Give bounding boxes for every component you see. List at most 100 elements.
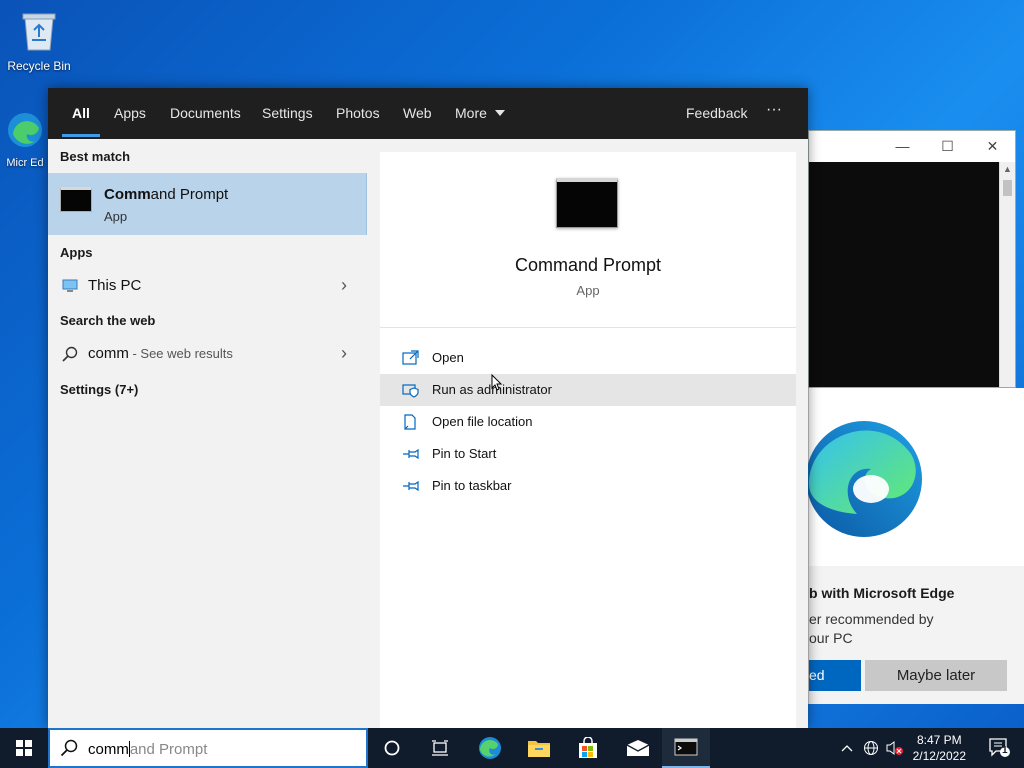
result-detail-pane: Command Prompt App Open Run as administr…	[380, 152, 796, 728]
pin-icon	[403, 480, 419, 492]
command-prompt-large-icon	[556, 178, 618, 228]
taskbar-edge-button[interactable]	[466, 728, 514, 768]
chevron-right-icon[interactable]: ›	[341, 343, 347, 364]
pin-to-start-label: Pin to Start	[432, 446, 497, 461]
cmd-scrollbar[interactable]: ▲	[999, 162, 1015, 387]
volume-muted-icon	[886, 741, 903, 755]
cmd-window[interactable]: — ☐ ✕ ▲	[808, 130, 1016, 388]
open-file-location-label: Open file location	[432, 414, 533, 429]
windows-logo-icon	[16, 740, 32, 756]
scroll-up-icon[interactable]: ▲	[1000, 164, 1015, 174]
close-icon[interactable]: ✕	[970, 138, 1015, 155]
search-suggestion-text: and Prompt	[129, 741, 208, 758]
computer-icon	[62, 279, 78, 292]
search-typed-text: comm	[88, 741, 129, 758]
recycle-bin-label: Recycle Bin	[7, 59, 71, 73]
start-button[interactable]	[0, 728, 48, 768]
clock-time: 8:47 PM	[916, 733, 962, 747]
cortana-icon	[384, 740, 400, 756]
start-search-panel: All Apps Documents Settings Photos Web M…	[48, 88, 808, 728]
search-icon	[60, 739, 78, 757]
open-file-location-action[interactable]: Open file location	[380, 406, 796, 438]
list-item-this-pc[interactable]: This PC ›	[48, 269, 367, 303]
search-input[interactable]: command Prompt	[88, 741, 207, 758]
cmd-console[interactable]	[809, 162, 999, 387]
shield-icon	[402, 384, 419, 398]
cmd-titlebar[interactable]: — ☐ ✕	[809, 131, 1015, 161]
best-match-result[interactable]: Command Prompt App	[48, 173, 367, 235]
edge-icon	[8, 113, 42, 147]
web-query-text: comm	[88, 345, 129, 362]
search-filter-tabs: All Apps Documents Settings Photos Web M…	[48, 88, 808, 139]
tab-settings[interactable]: Settings	[262, 105, 313, 121]
task-view-button[interactable]	[416, 728, 464, 768]
tab-all[interactable]: All	[72, 105, 90, 121]
settings-heading[interactable]: Settings (7+)	[60, 382, 138, 397]
clock[interactable]: 8:47 PM 2/12/2022	[913, 732, 966, 764]
edge-desktop-shortcut[interactable]: Micr Ed	[2, 110, 48, 169]
taskbar-command-prompt-button[interactable]	[662, 728, 710, 768]
chevron-right-icon[interactable]: ›	[341, 275, 347, 296]
divider	[380, 327, 796, 328]
cortana-button[interactable]	[368, 728, 416, 768]
chevron-down-icon	[494, 110, 505, 116]
minimize-icon[interactable]: —	[880, 138, 925, 154]
edge-shortcut-label: Micr Ed	[6, 157, 44, 169]
best-match-title-match: Comm	[104, 186, 151, 203]
open-action[interactable]: Open	[380, 342, 796, 374]
web-search-result[interactable]: comm - See web results ›	[48, 337, 367, 371]
clock-date: 2/12/2022	[912, 749, 966, 763]
tab-more-label: More	[455, 105, 487, 121]
pin-to-start-action[interactable]: Pin to Start	[380, 438, 796, 470]
best-match-subtitle: App	[104, 209, 128, 224]
globe-icon	[864, 741, 878, 755]
notification-count: 1	[1002, 745, 1008, 756]
recycle-bin-icon	[22, 13, 56, 51]
edge-promo-title: b with Microsoft Edge	[809, 585, 955, 601]
taskbar: command Prompt 8:47 PM 2/12/2022 1	[0, 728, 1024, 768]
best-match-title: Command Prompt	[104, 186, 228, 203]
task-view-icon	[432, 740, 448, 756]
store-icon	[579, 737, 597, 758]
edge-logo-icon	[806, 421, 922, 537]
scroll-thumb[interactable]	[1003, 180, 1012, 196]
edge-promo-popup: b with Microsoft Edge er recommended by …	[806, 388, 1024, 704]
pin-to-taskbar-label: Pin to taskbar	[432, 478, 512, 493]
run-as-administrator-action[interactable]: Run as administrator	[380, 374, 796, 406]
pin-icon	[403, 448, 419, 460]
pin-to-taskbar-action[interactable]: Pin to taskbar	[380, 470, 796, 502]
edge-get-started-button[interactable]: ed	[809, 660, 861, 691]
maximize-icon[interactable]: ☐	[925, 138, 970, 155]
network-button[interactable]	[860, 728, 882, 768]
taskbar-store-button[interactable]	[564, 728, 612, 768]
taskbar-search-box[interactable]: command Prompt	[48, 728, 368, 768]
mouse-cursor-icon	[491, 374, 503, 391]
taskbar-mail-button[interactable]	[614, 728, 662, 768]
show-hidden-icons-button[interactable]	[836, 728, 858, 768]
notification-center-button[interactable]: 1	[988, 737, 1010, 760]
tab-more[interactable]: More	[455, 105, 505, 121]
feedback-link[interactable]: Feedback	[686, 105, 747, 121]
best-match-title-rest: and Prompt	[150, 186, 229, 203]
open-icon	[402, 350, 419, 365]
web-query: comm - See web results	[88, 345, 233, 362]
more-options-icon[interactable]: ···	[766, 101, 782, 119]
mail-icon	[626, 740, 650, 756]
open-label: Open	[432, 350, 464, 365]
recycle-bin-desktop-icon[interactable]: Recycle Bin	[4, 8, 74, 73]
edge-promo-desc: er recommended by our PC	[809, 610, 934, 648]
edge-promo-desc-line1: er recommended by	[809, 611, 934, 627]
volume-button[interactable]	[884, 728, 906, 768]
tab-documents[interactable]: Documents	[170, 105, 241, 121]
maybe-later-button[interactable]: Maybe later	[865, 660, 1007, 691]
edge-promo-desc-line2: our PC	[809, 630, 853, 646]
tab-photos[interactable]: Photos	[336, 105, 380, 121]
taskbar-file-explorer-button[interactable]	[515, 728, 563, 768]
tab-web[interactable]: Web	[403, 105, 432, 121]
detail-title: Command Prompt	[514, 255, 662, 275]
command-prompt-icon	[60, 187, 92, 212]
this-pc-label: This PC	[88, 277, 142, 294]
folder-icon	[528, 741, 550, 757]
detail-subtitle: App	[576, 283, 600, 298]
tab-apps[interactable]: Apps	[114, 105, 146, 121]
